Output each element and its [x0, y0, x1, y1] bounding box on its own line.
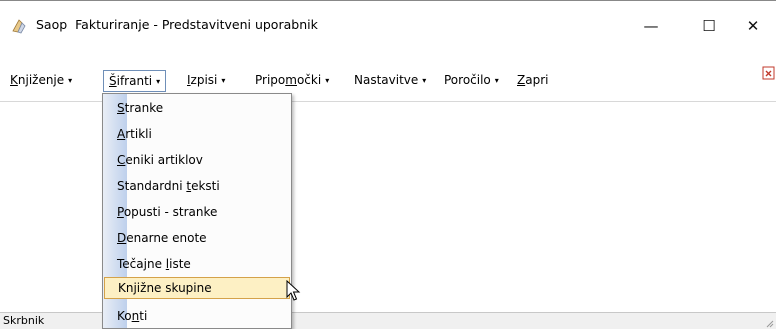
window-title: Saop Fakturiranje - Predstavitveni upora… [36, 17, 318, 32]
menu-label: Knjiženje [10, 73, 65, 87]
app-icon [12, 19, 26, 34]
dropdown-arrow-icon: ▾ [422, 76, 427, 85]
menu-item-denarne-enote[interactable]: Denarne enote [104, 227, 290, 249]
close-button[interactable]: ✕ [730, 11, 776, 41]
menu-label: Poročilo [444, 73, 491, 87]
menu-label: Zapri [517, 73, 549, 87]
menu-label: Nastavitve [354, 73, 419, 87]
menu-nastavitve[interactable]: Nastavitve ▾ [352, 70, 428, 92]
dropdown-arrow-icon: ▾ [325, 76, 330, 85]
dropdown-arrow-icon: ▾ [68, 76, 73, 85]
menu-porocilo[interactable]: Poročilo ▾ [442, 70, 501, 92]
menu-label: Izpisi [187, 73, 218, 87]
menu-item-artikli[interactable]: Artikli [104, 123, 290, 145]
menu-item-konti[interactable]: Konti [104, 305, 290, 327]
minimize-button[interactable]: — [628, 11, 674, 41]
dropdown-arrow-icon: ▾ [221, 76, 226, 85]
mouse-cursor-icon [286, 280, 301, 301]
resize-grip-icon[interactable] [764, 318, 774, 328]
menu-pripomocki[interactable]: Pripomočki ▾ [253, 70, 331, 92]
menu-sifranti[interactable]: Šifranti ▾ [103, 70, 167, 92]
menu-item-knjizne-skupine[interactable]: Knjižne skupine [104, 277, 290, 299]
title-bar: Saop Fakturiranje - Predstavitveni upora… [0, 0, 776, 58]
status-user: Skrbnik [3, 314, 45, 327]
dropdown-arrow-icon: ▾ [156, 77, 161, 86]
menu-knjizenje[interactable]: Knjiženje ▾ [8, 70, 74, 92]
menu-label: Pripomočki [255, 73, 322, 87]
menu-izpisi[interactable]: Izpisi ▾ [185, 70, 227, 92]
menu-item-ceniki-artiklov[interactable]: Ceniki artiklov [104, 149, 290, 171]
report-icon[interactable] [762, 66, 776, 80]
menu-label: Šifranti [109, 74, 153, 88]
menu-zapri[interactable]: Zapri [515, 70, 550, 92]
menu-item-stranke[interactable]: Stranke [104, 97, 290, 119]
menu-item-tecajne-liste[interactable]: Tečajne liste [104, 253, 290, 275]
sifranti-dropdown-menu: Stranke Artikli Ceniki artiklov Standard… [102, 93, 292, 329]
menu-item-popusti-stranke[interactable]: Popusti - stranke [104, 201, 290, 223]
maximize-button[interactable]: ☐ [686, 11, 732, 41]
menu-item-standardni-teksti[interactable]: Standardni teksti [104, 175, 290, 197]
dropdown-arrow-icon: ▾ [494, 76, 499, 85]
